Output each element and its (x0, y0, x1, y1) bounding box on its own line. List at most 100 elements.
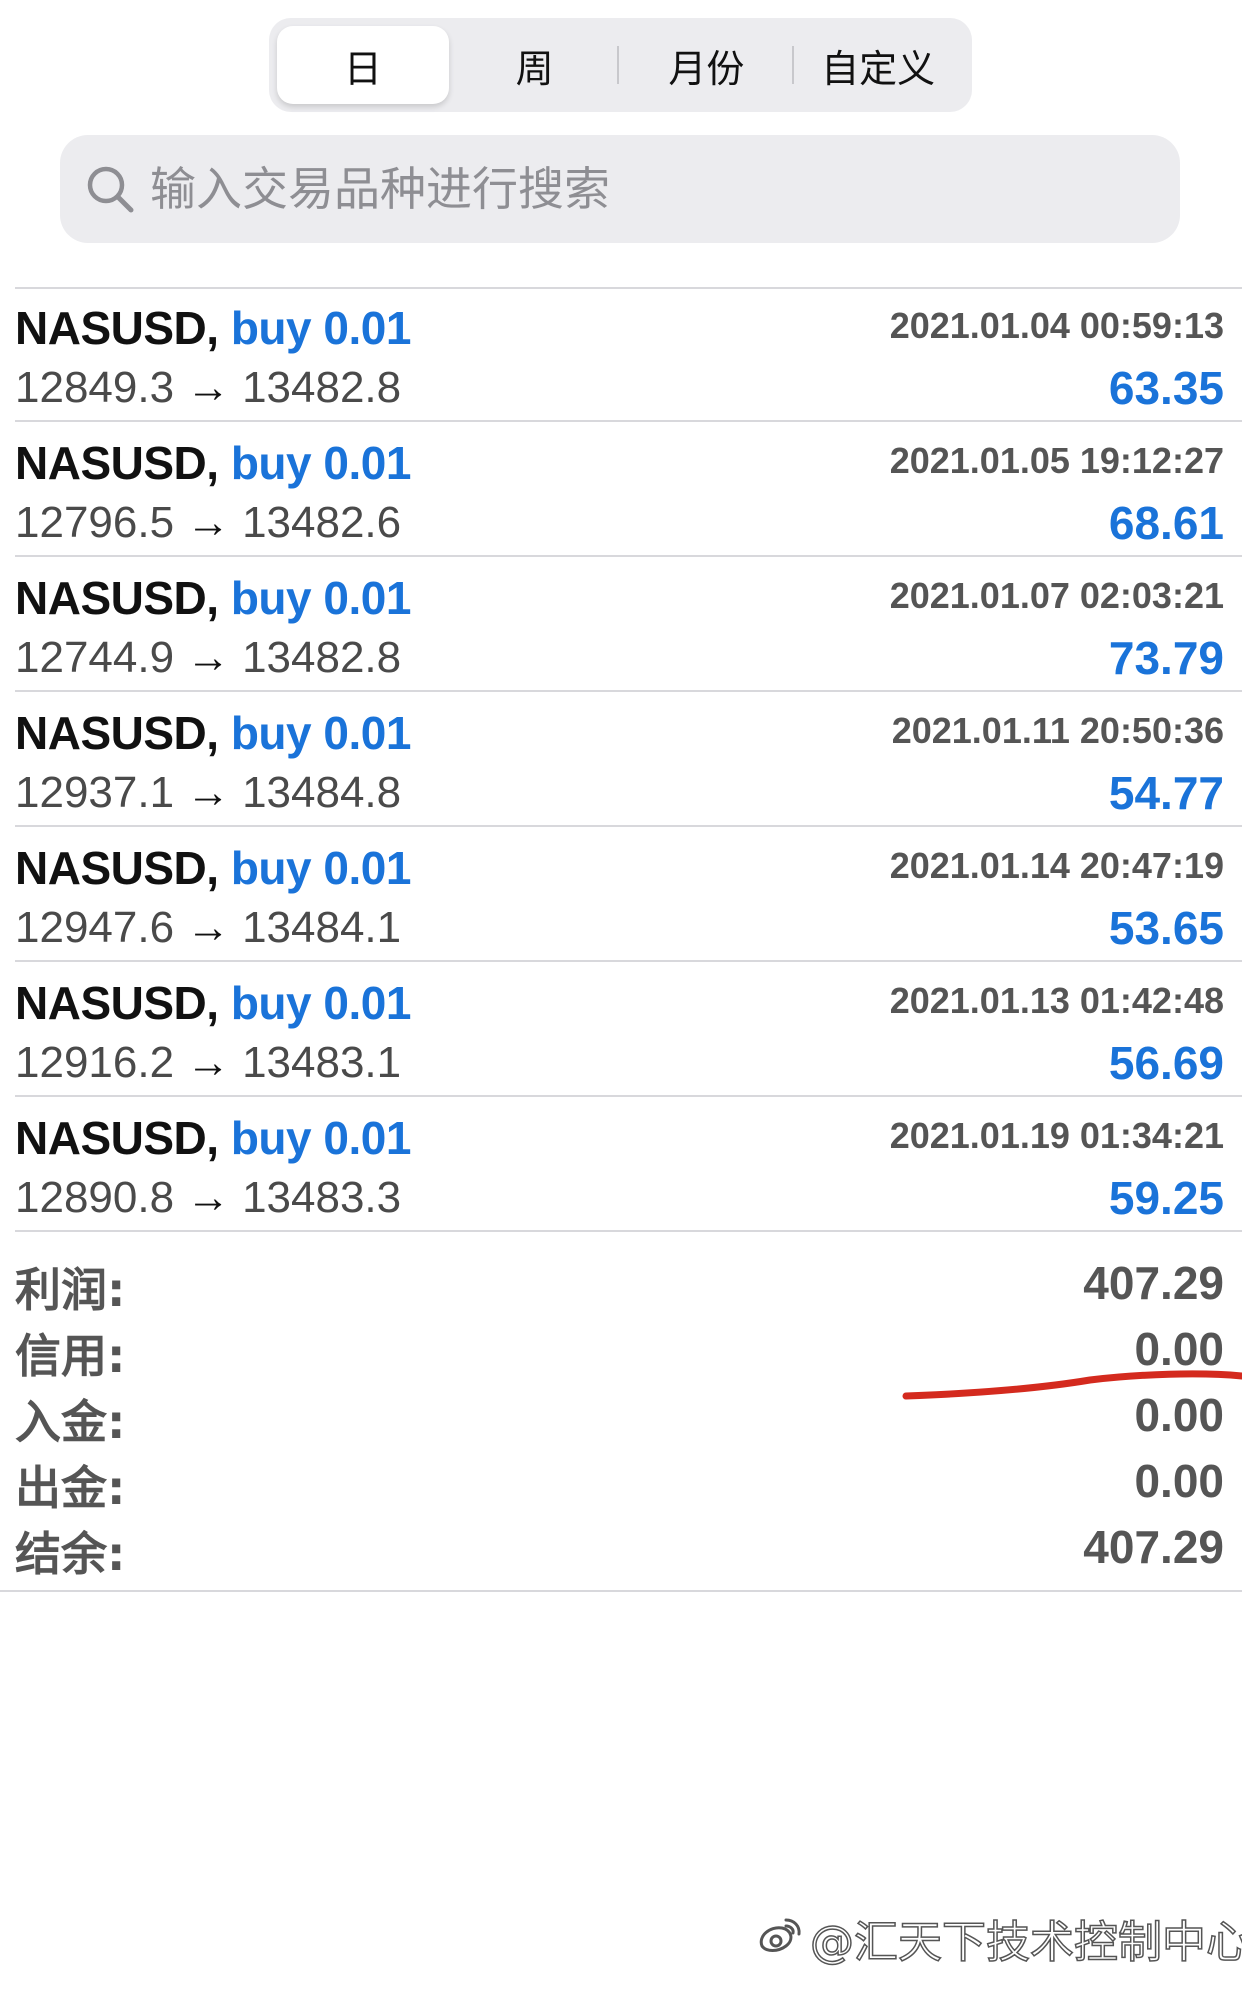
symbol-name: NASUSD, (15, 572, 219, 624)
arrow-right-icon: → (186, 1038, 231, 1087)
open-price: 12744.9 (15, 633, 175, 682)
trade-time: 2021.01.05 19:12:27 (889, 440, 1224, 481)
trade-time: 2021.01.04 00:59:13 (889, 305, 1224, 346)
arrow-right-icon: → (186, 633, 231, 682)
symbol-name: NASUSD, (15, 977, 219, 1029)
trade-type-lots: buy 0.01 (230, 437, 412, 489)
trade-list: NASUSD, buy 0.01 2021.01.04 00:59:13 128… (0, 287, 1242, 1232)
segment-divider (792, 46, 794, 84)
trade-type-lots: buy 0.01 (230, 842, 412, 894)
trade-row[interactable]: NASUSD, buy 0.01 2021.01.19 01:34:21 128… (15, 1097, 1242, 1232)
arrow-right-icon: → (186, 768, 231, 817)
trade-prices: 12849.3 → 13482.8 (15, 363, 401, 413)
arrow-right-icon: → (186, 903, 231, 952)
search-input[interactable] (150, 149, 1130, 229)
trade-row[interactable]: NASUSD, buy 0.01 2021.01.04 00:59:13 128… (15, 287, 1242, 422)
trade-type-lots: buy 0.01 (230, 572, 412, 624)
summary-label: 出金: (15, 1461, 126, 1515)
trade-prices: 12947.6 → 13484.1 (15, 903, 401, 953)
trade-prices: 12916.2 → 13483.1 (15, 1038, 401, 1088)
trade-row[interactable]: NASUSD, buy 0.01 2021.01.14 20:47:19 129… (15, 827, 1242, 962)
close-price: 13482.8 (242, 633, 402, 682)
trade-profit: 54.77 (1108, 767, 1224, 819)
summary-row-withdrawal: 出金: 0.00 (15, 1450, 1242, 1516)
trade-type-lots: buy 0.01 (230, 707, 412, 759)
tab-custom[interactable]: 自定义 (792, 26, 964, 104)
trade-time: 2021.01.13 01:42:48 (889, 980, 1224, 1021)
tab-day-label: 日 (343, 46, 382, 91)
tab-month-label: 月份 (668, 46, 745, 91)
segment-divider (617, 46, 619, 84)
weibo-watermark: @汇天下技术控制中心 (752, 1906, 1242, 1970)
tab-week[interactable]: 周 (449, 26, 621, 104)
close-price: 13482.6 (242, 498, 402, 547)
trade-type-lots: buy 0.01 (230, 1112, 412, 1164)
summary-value: 0.00 (1134, 1455, 1224, 1507)
trade-history-screen: 日 周 月份 自定义 NASUSD, buy 0.0 (0, 0, 1242, 2001)
period-segments: 日 周 月份 自定义 (277, 26, 964, 104)
open-price: 12937.1 (15, 768, 175, 817)
close-price: 13484.1 (242, 903, 402, 952)
trade-profit: 53.65 (1108, 902, 1224, 954)
summary-value: 407.29 (1083, 1521, 1224, 1573)
trade-time: 2021.01.14 20:47:19 (889, 845, 1224, 886)
summary-label: 利润: (15, 1263, 126, 1317)
trade-profit: 73.79 (1108, 632, 1224, 684)
tab-week-label: 周 (515, 46, 554, 91)
trade-profit: 59.25 (1108, 1172, 1224, 1224)
red-underline-annotation (902, 1370, 1242, 1400)
trade-symbol: NASUSD, buy 0.01 (15, 301, 411, 355)
period-segmented-control: 日 周 月份 自定义 (269, 18, 972, 112)
open-price: 12796.5 (15, 498, 175, 547)
trade-symbol: NASUSD, buy 0.01 (15, 706, 411, 760)
trade-symbol: NASUSD, buy 0.01 (15, 841, 411, 895)
summary-value: 407.29 (1083, 1257, 1224, 1309)
summary-label: 结余: (15, 1527, 126, 1581)
trade-symbol: NASUSD, buy 0.01 (15, 976, 411, 1030)
trade-time: 2021.01.07 02:03:21 (889, 575, 1224, 616)
trade-type-lots: buy 0.01 (230, 302, 412, 354)
trade-symbol: NASUSD, buy 0.01 (15, 436, 411, 490)
trade-symbol: NASUSD, buy 0.01 (15, 1111, 411, 1165)
symbol-name: NASUSD, (15, 842, 219, 894)
trade-time: 2021.01.19 01:34:21 (889, 1115, 1224, 1156)
trade-prices: 12937.1 → 13484.8 (15, 768, 401, 818)
weibo-logo-icon (759, 1918, 801, 1952)
watermark-text: @汇天下技术控制中心 (809, 1916, 1242, 1969)
trade-row[interactable]: NASUSD, buy 0.01 2021.01.05 19:12:27 127… (15, 422, 1242, 557)
trade-time: 2021.01.11 20:50:36 (891, 710, 1224, 751)
trade-prices: 12744.9 → 13482.8 (15, 633, 401, 683)
close-price: 13484.8 (242, 768, 402, 817)
trade-row[interactable]: NASUSD, buy 0.01 2021.01.11 20:50:36 129… (15, 692, 1242, 827)
symbol-name: NASUSD, (15, 302, 219, 354)
trade-row[interactable]: NASUSD, buy 0.01 2021.01.13 01:42:48 129… (15, 962, 1242, 1097)
symbol-name: NASUSD, (15, 1112, 219, 1164)
summary-label: 信用: (15, 1329, 126, 1383)
tab-custom-label: 自定义 (821, 46, 936, 91)
close-price: 13483.1 (242, 1038, 402, 1087)
arrow-right-icon: → (186, 1173, 231, 1222)
tab-day[interactable]: 日 (277, 26, 449, 104)
summary-row-balance: 结余: 407.29 (15, 1516, 1242, 1582)
search-icon (82, 161, 138, 217)
open-price: 12890.8 (15, 1173, 175, 1222)
symbol-name: NASUSD, (15, 437, 219, 489)
trade-row[interactable]: NASUSD, buy 0.01 2021.01.07 02:03:21 127… (15, 557, 1242, 692)
open-price: 12947.6 (15, 903, 175, 952)
arrow-right-icon: → (186, 363, 231, 412)
close-price: 13483.3 (242, 1173, 402, 1222)
tab-month[interactable]: 月份 (621, 26, 793, 104)
trade-type-lots: buy 0.01 (230, 977, 412, 1029)
close-price: 13482.8 (242, 363, 402, 412)
trade-prices: 12890.8 → 13483.3 (15, 1173, 401, 1223)
arrow-right-icon: → (186, 498, 231, 547)
summary-bottom-divider (0, 1590, 1242, 1592)
summary-label: 入金: (15, 1395, 126, 1449)
trade-profit: 63.35 (1108, 362, 1224, 414)
trade-symbol: NASUSD, buy 0.01 (15, 571, 411, 625)
trade-profit: 68.61 (1108, 497, 1224, 549)
open-price: 12916.2 (15, 1038, 175, 1087)
summary-row-profit: 利润: 407.29 (15, 1252, 1242, 1318)
search-bar[interactable] (60, 135, 1180, 243)
trade-prices: 12796.5 → 13482.6 (15, 498, 401, 548)
